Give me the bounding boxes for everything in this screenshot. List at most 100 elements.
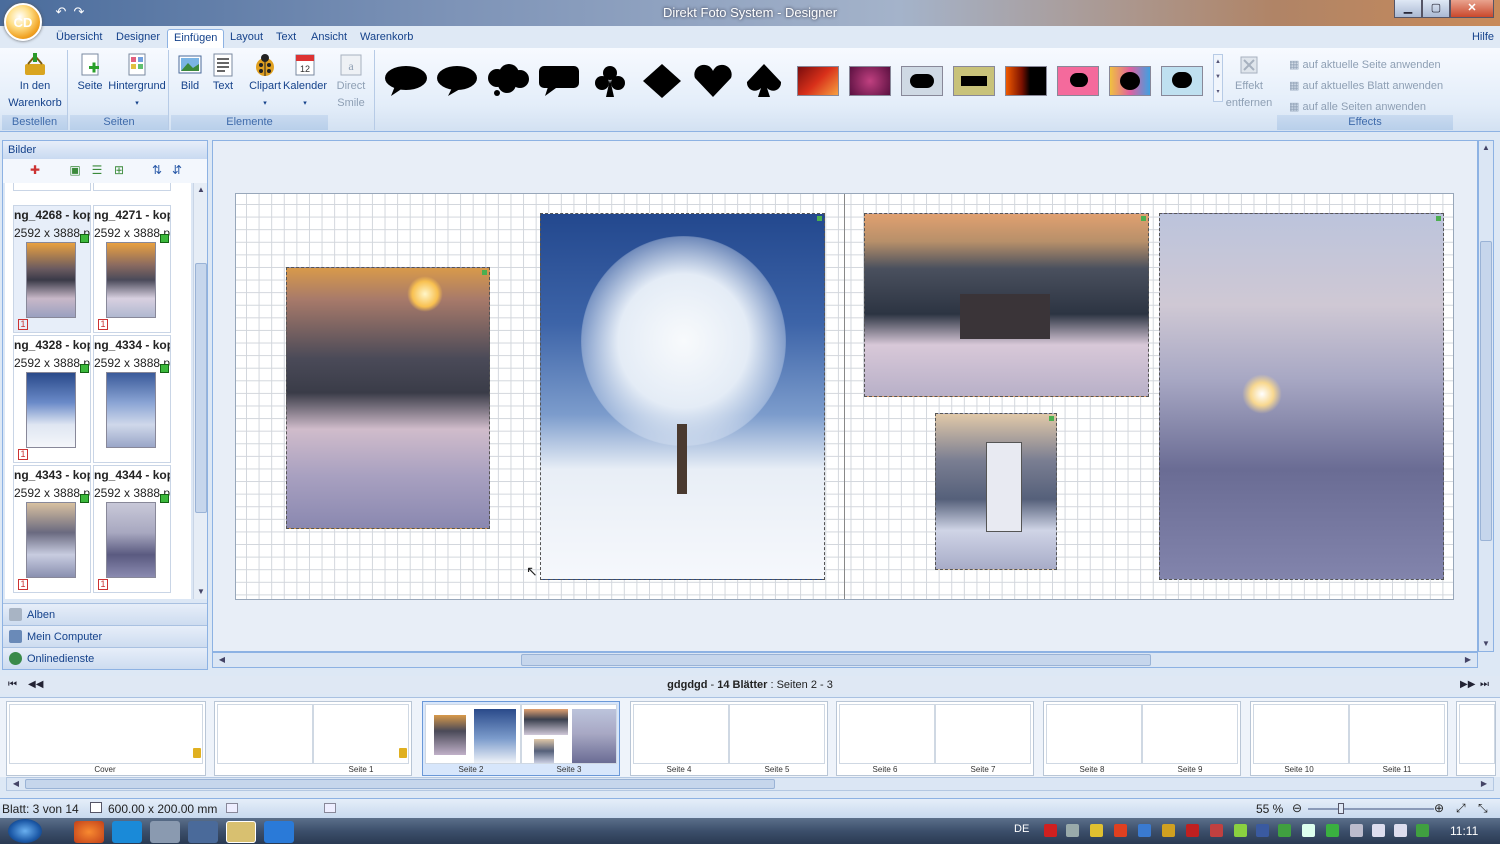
filmstrip-scroll-thumb[interactable] (25, 779, 775, 789)
skype-icon[interactable] (112, 821, 142, 843)
canvas-vertical-scrollbar[interactable]: ▲ ▼ (1478, 140, 1494, 652)
start-button[interactable] (8, 819, 42, 843)
tray-icon-blue[interactable] (1138, 824, 1151, 837)
tray-icon-tools[interactable] (1066, 824, 1079, 837)
calendar-dropdown-icon[interactable]: ▾ (283, 95, 327, 112)
tab-text[interactable]: Text (270, 29, 302, 48)
apply-current-sheet-button[interactable]: ▦ auf aktuelles Blatt anwenden (1289, 79, 1443, 92)
bluetooth-icon[interactable] (1256, 824, 1269, 837)
photo-hillside-sun[interactable] (1159, 213, 1444, 580)
tray-icon-pdf[interactable] (1186, 824, 1199, 837)
photo-barn-sunset[interactable] (864, 213, 1149, 397)
insert-image-button[interactable]: Bild (175, 52, 205, 95)
network-icon[interactable] (1394, 824, 1407, 837)
firefox-icon[interactable] (74, 821, 104, 843)
gallery-scroll[interactable]: ▲ ▼ ▾ (1213, 54, 1223, 102)
vertical-scroll-thumb[interactable] (1480, 241, 1492, 541)
internet-explorer-icon[interactable] (264, 821, 294, 843)
film-spread-4-5[interactable]: Seite 4 Seite 5 (630, 701, 828, 776)
spade-shape[interactable] (741, 64, 787, 98)
film-spread-2-3[interactable]: Seite 2 Seite 3 (422, 701, 620, 776)
zoom-slider-thumb[interactable] (1338, 803, 1344, 814)
heart-shape[interactable] (690, 64, 736, 98)
scroll-right-icon[interactable]: ▶ (1477, 777, 1491, 791)
speech-oval-shape[interactable] (383, 64, 429, 98)
foto-designer-taskbar-icon[interactable] (226, 821, 256, 843)
scroll-left-icon[interactable]: ◀ (215, 653, 229, 667)
frame-olive[interactable] (953, 66, 995, 96)
zoom-slider[interactable] (1308, 803, 1434, 814)
film-spread-1[interactable]: Seite 1 (214, 701, 412, 776)
film-spread-10-11[interactable]: Seite 10 Seite 11 (1250, 701, 1448, 776)
language-indicator[interactable]: DE (1014, 823, 1029, 835)
film-spread-partial[interactable] (1456, 701, 1496, 776)
direct-smile-button[interactable]: a Direct Smile (333, 52, 369, 112)
frame-magenta[interactable] (849, 66, 891, 96)
horizontal-scroll-thumb[interactable] (521, 654, 1151, 666)
tray-icon-sync[interactable] (1278, 824, 1291, 837)
photo-handle[interactable] (817, 216, 822, 221)
diamond-shape[interactable] (639, 64, 685, 98)
image-cell-partial-1[interactable] (13, 183, 91, 191)
remove-effect-button[interactable]: Effekt entfernen (1223, 52, 1275, 112)
help-menu[interactable]: Hilfe (1472, 31, 1494, 43)
tray-icon-device[interactable] (1350, 824, 1363, 837)
image-cell[interactable]: ng_4268 - kop 2592 x 3888 px 1 (13, 205, 91, 333)
image-cell[interactable]: ng_4271 - kop 2592 x 3888 px 1 (93, 205, 171, 333)
add-images-icon[interactable]: ✚ (27, 162, 43, 178)
photo-snow-tree[interactable] (540, 213, 825, 580)
speech-rect-shape[interactable] (536, 64, 582, 98)
grid-toggle-icon[interactable] (226, 803, 238, 813)
film-spread-8-9[interactable]: Seite 8 Seite 9 (1043, 701, 1241, 776)
scroll-down-icon[interactable]: ▼ (1479, 637, 1493, 651)
view-list-icon[interactable]: ☰ (89, 162, 105, 178)
app-icon[interactable] (188, 821, 218, 843)
background-dropdown-icon[interactable]: ▾ (108, 95, 166, 112)
scroll-down-icon[interactable]: ▼ (194, 585, 208, 599)
photo-handle[interactable] (482, 270, 487, 275)
insert-text-button[interactable]: Text (209, 52, 237, 95)
page-spread[interactable] (235, 193, 1454, 600)
zoom-out-icon[interactable]: ⊖ (1292, 801, 1302, 815)
photo-handle[interactable] (1141, 216, 1146, 221)
maximize-button[interactable]: ▢ (1422, 0, 1450, 18)
app-logo-button[interactable]: CD (4, 3, 42, 41)
film-spread-6-7[interactable]: Seite 6 Seite 7 (836, 701, 1034, 776)
nav-alben[interactable]: Alben (3, 603, 207, 625)
nav-mein-computer[interactable]: Mein Computer (3, 625, 207, 647)
tray-icon-k[interactable] (1044, 824, 1057, 837)
apply-current-page-button[interactable]: ▦ auf aktuelle Seite anwenden (1289, 58, 1441, 71)
flag-icon[interactable] (1302, 824, 1315, 837)
guides-toggle-icon[interactable] (324, 803, 336, 813)
filmstrip-scrollbar[interactable]: ◀ ▶ (6, 777, 1494, 791)
tab-warenkorb[interactable]: Warenkorb (354, 29, 419, 48)
tray-icon-red[interactable] (1114, 824, 1127, 837)
scroll-right-icon[interactable]: ▶ (1461, 653, 1475, 667)
photo-winter-fence[interactable] (286, 267, 490, 529)
tab-ansicht[interactable]: Ansicht (305, 29, 353, 48)
image-cell-partial-2[interactable] (93, 183, 171, 191)
tab-layout[interactable]: Layout (224, 29, 269, 48)
explorer-tools-icon[interactable] (150, 821, 180, 843)
image-cell[interactable]: ng_4343 - kop 2592 x 3888 px 1 (13, 465, 91, 593)
nav-onlinedienste[interactable]: Onlinedienste (3, 647, 207, 669)
view-thumbnails-icon[interactable]: ▣ (67, 162, 83, 178)
images-scroll-thumb[interactable] (195, 263, 207, 513)
calendar-button[interactable]: 12 Kalender ▾ (283, 52, 327, 112)
speech-oval-2-shape[interactable] (434, 64, 480, 98)
photo-handle[interactable] (1436, 216, 1441, 221)
add-to-cart-button[interactable]: In den Warenkorb (6, 52, 64, 112)
scroll-up-icon[interactable]: ▲ (1479, 141, 1493, 155)
images-scrollbar[interactable]: ▲ ▼ (193, 183, 207, 599)
clipart-dropdown-icon[interactable]: ▾ (247, 95, 283, 112)
clipart-button[interactable]: Clipart ▾ (247, 52, 283, 112)
background-button[interactable]: Hintergrund ▾ (108, 52, 166, 112)
volume-icon[interactable] (1372, 824, 1385, 837)
tab-designer[interactable]: Designer (110, 29, 166, 48)
tray-icon-media[interactable] (1210, 824, 1223, 837)
sort-descending-icon[interactable]: ⇵ (169, 162, 185, 178)
club-shape[interactable] (587, 64, 633, 98)
image-cell[interactable]: ng_4344 - kop 2592 x 3888 px 1 (93, 465, 171, 593)
photo-chapel[interactable] (935, 413, 1057, 570)
fit-page-icon[interactable]: ⤢ (1456, 801, 1466, 816)
